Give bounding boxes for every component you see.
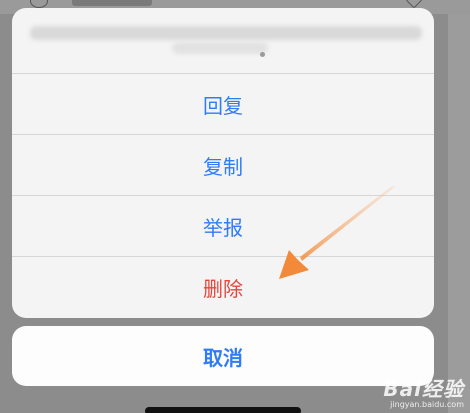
avatar-icon (30, 0, 48, 8)
blurred-comment-line (172, 42, 268, 54)
background-app-edge (448, 14, 470, 413)
delete-option[interactable]: 删除 (12, 257, 434, 318)
report-option[interactable]: 举报 (12, 196, 434, 257)
background-comment-text (72, 0, 152, 6)
cancel-button[interactable]: 取消 (12, 326, 434, 386)
copy-option[interactable]: 复制 (12, 135, 434, 196)
blurred-comment-line (30, 26, 422, 40)
screen: 回复 复制 举报 删除 取消 Bai经验 jingyan.baidu.com (0, 0, 470, 413)
blurred-dot (260, 52, 265, 57)
action-sheet: 回复 复制 举报 删除 (12, 8, 434, 318)
action-sheet-header-blurred-content (12, 8, 434, 74)
reply-option[interactable]: 回复 (12, 74, 434, 135)
watermark-url: jingyan.baidu.com (390, 400, 464, 409)
home-indicator (145, 407, 301, 413)
